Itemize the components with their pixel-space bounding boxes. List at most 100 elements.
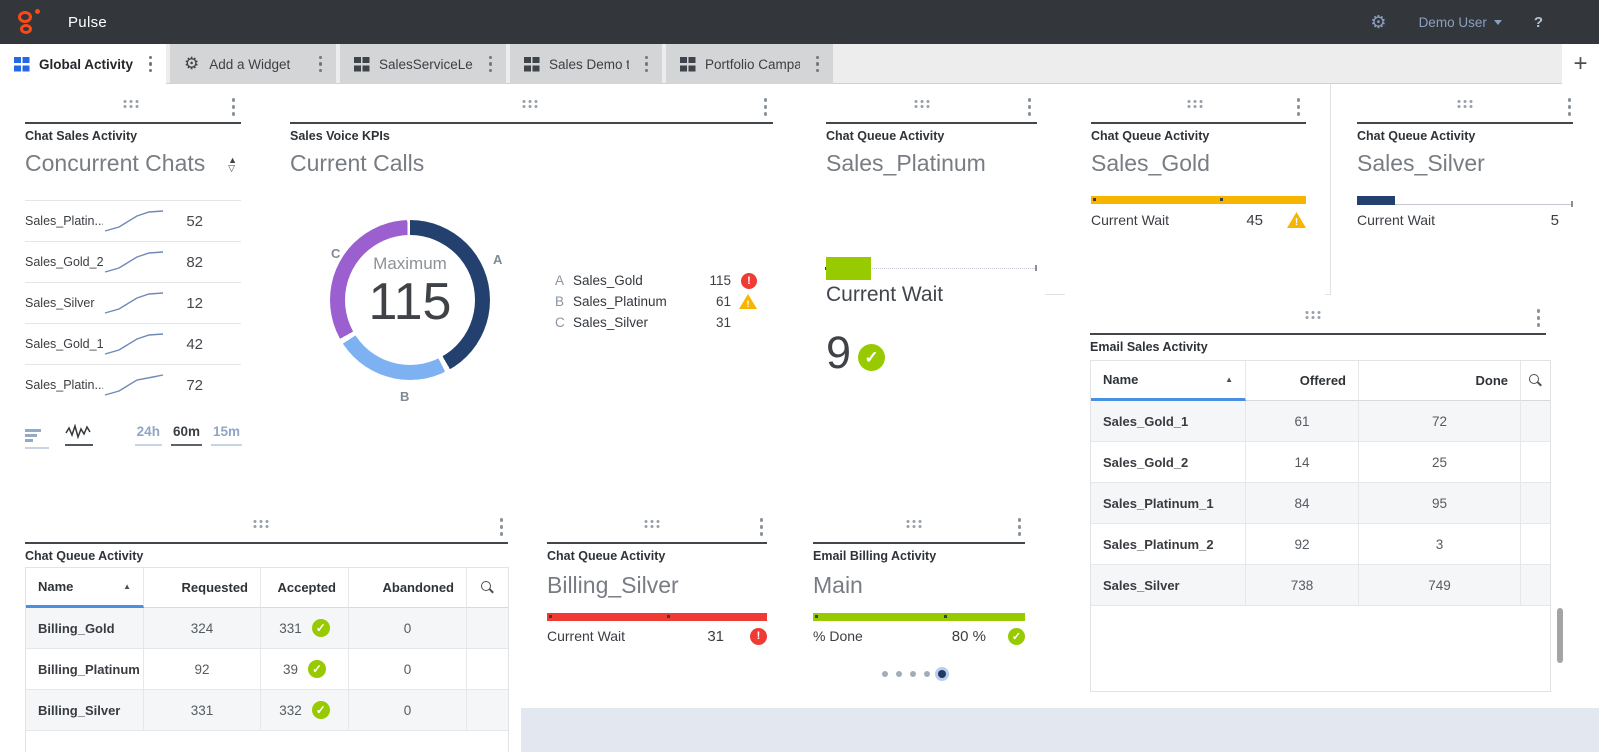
donut-segment-label: A (493, 252, 502, 267)
column-header-name[interactable]: Name ▲ (1091, 361, 1246, 401)
column-header-search[interactable] (467, 568, 508, 608)
gauge-threshold-marker (1220, 198, 1223, 201)
ok-status-icon (312, 619, 330, 637)
tab-menu-icon[interactable] (639, 52, 655, 77)
drag-handle-icon[interactable] (907, 520, 922, 528)
pager-dot-active[interactable] (938, 670, 946, 678)
donut-center: Maximum 115 (330, 254, 490, 330)
widget-rule (25, 542, 508, 544)
sort-asc-icon: ▲ (1225, 375, 1233, 384)
column-header-offered[interactable]: Offered (1246, 361, 1359, 401)
gauge-bar-amber (1091, 196, 1306, 204)
tab-bar: Global Activity Add a Widget SalesServic… (0, 44, 1599, 84)
widget-menu-icon[interactable] (1564, 96, 1576, 118)
tab-global-activity[interactable]: Global Activity (0, 44, 166, 84)
tab-menu-icon[interactable] (313, 52, 329, 77)
drag-handle-icon[interactable] (1305, 311, 1320, 319)
list-item[interactable]: Sales_Gold_1 42 (25, 323, 241, 364)
list-item[interactable]: Sales_Platin... 72 (25, 364, 241, 405)
pager-dot[interactable] (924, 671, 930, 677)
widget-sales-voice-kpis: Sales Voice KPIs Current Calls Maximum 1… (261, 84, 799, 490)
tab-salesservicelevel[interactable]: SalesServiceLevel (340, 44, 506, 84)
drag-handle-icon[interactable] (915, 100, 930, 108)
drag-handle-icon[interactable] (645, 520, 660, 528)
drag-handle-icon[interactable] (1458, 100, 1473, 108)
table-row[interactable]: Sales_Gold_2 14 25 (1091, 442, 1550, 483)
pager-dot[interactable] (896, 671, 902, 677)
column-header-done[interactable]: Done (1359, 361, 1521, 401)
widget-menu-icon[interactable] (496, 516, 508, 538)
metric-row: Current Wait 45 (1091, 210, 1306, 230)
drag-handle-icon[interactable] (523, 100, 538, 108)
column-header-name[interactable]: Name ▲ (26, 568, 144, 608)
table-row[interactable]: Billing_Gold 324 331 0 (26, 608, 508, 649)
gauge-bar-navy (1357, 196, 1395, 205)
table-header: Name ▲ Requested Accepted Abandoned (26, 568, 508, 608)
column-header-abandoned[interactable]: Abandoned (349, 568, 467, 608)
chevron-down-icon (1494, 20, 1502, 25)
drag-handle-icon[interactable] (123, 100, 138, 108)
sparkline-view-icon[interactable] (65, 424, 93, 446)
column-header-requested[interactable]: Requested (144, 568, 261, 608)
scrollbar-thumb[interactable] (1557, 608, 1563, 663)
table-row[interactable]: Sales_Gold_1 61 72 (1091, 401, 1550, 442)
range-24h-button[interactable]: 24h (135, 424, 162, 446)
tab-portfolio-campaign[interactable]: Portfolio Campaig (666, 44, 833, 84)
help-button[interactable]: ? (1534, 14, 1543, 31)
ok-status-icon (858, 344, 885, 371)
ok-status-icon (1008, 628, 1025, 645)
widget-queue-sales-silver: Chat Queue Activity Sales_Silver Current… (1331, 84, 1599, 295)
tab-menu-icon[interactable] (143, 52, 159, 77)
widget-menu-icon[interactable] (1014, 516, 1026, 538)
widget-menu-icon[interactable] (760, 96, 772, 118)
drag-handle-icon[interactable] (253, 520, 268, 528)
table-row[interactable]: Sales_Platinum_1 84 95 (1091, 483, 1550, 524)
widget-email-billing-main: Email Billing Activity Main % Done 80 % (783, 490, 1045, 703)
legend-row: B Sales_Platinum 61 (555, 291, 757, 312)
user-menu-label: Demo User (1419, 15, 1487, 30)
gauge-threshold-marker (815, 615, 818, 618)
list-item[interactable]: Sales_Gold_2 82 (25, 241, 241, 282)
table-row[interactable]: Sales_Silver 738 749 (1091, 565, 1550, 606)
tab-menu-icon[interactable] (483, 52, 499, 77)
add-dashboard-button[interactable]: + (1562, 44, 1599, 84)
column-header-search[interactable] (1521, 361, 1550, 401)
sort-toggle-icon[interactable]: ▲▽ (228, 156, 237, 172)
chat-queue-table: Name ▲ Requested Accepted Abandoned Bill… (25, 567, 509, 752)
tab-sales-demo-team[interactable]: Sales Demo team (510, 44, 662, 84)
settings-gear-icon[interactable] (1370, 12, 1386, 33)
donut-segment-label: B (400, 389, 409, 404)
search-icon[interactable] (1529, 374, 1542, 387)
list-view-icon[interactable] (25, 424, 49, 449)
gauge-bar-green (826, 257, 871, 280)
tab-label: Sales Demo team (549, 57, 629, 72)
donut-center-label: Maximum (330, 254, 490, 274)
search-icon[interactable] (481, 581, 494, 594)
column-header-accepted[interactable]: Accepted (261, 568, 349, 608)
tab-add-a-widget[interactable]: Add a Widget (170, 44, 336, 84)
donut-center-value: 115 (330, 274, 490, 330)
app-title: Pulse (68, 14, 107, 31)
list-item[interactable]: Sales_Platin... 52 (25, 200, 241, 241)
range-60m-button[interactable]: 60m (171, 424, 202, 446)
widget-title: Chat Sales Activity (25, 129, 137, 143)
widget-rule (25, 122, 241, 124)
widget-menu-icon[interactable] (756, 516, 768, 538)
widget-menu-icon[interactable] (228, 96, 240, 118)
pager-dot[interactable] (910, 671, 916, 677)
metric-value: 5 (1551, 212, 1559, 229)
widget-queue-billing-silver: Chat Queue Activity Billing_Silver Curre… (521, 490, 783, 703)
widget-menu-icon[interactable] (1533, 307, 1545, 329)
widget-menu-icon[interactable] (1293, 96, 1305, 118)
pager-dot[interactable] (882, 671, 888, 677)
table-row[interactable]: Sales_Platinum_2 92 3 (1091, 524, 1550, 565)
widget-menu-icon[interactable] (1024, 96, 1036, 118)
range-15m-button[interactable]: 15m (211, 424, 242, 446)
table-row[interactable]: Billing_Platinum 92 39 0 (26, 649, 508, 690)
list-item[interactable]: Sales_Silver 12 (25, 282, 241, 323)
table-row[interactable]: Billing_Silver 331 332 0 (26, 690, 508, 731)
widget-queue-name: Main (813, 572, 863, 599)
drag-handle-icon[interactable] (1188, 100, 1203, 108)
user-menu[interactable]: Demo User (1419, 15, 1502, 30)
tab-menu-icon[interactable] (810, 52, 826, 77)
